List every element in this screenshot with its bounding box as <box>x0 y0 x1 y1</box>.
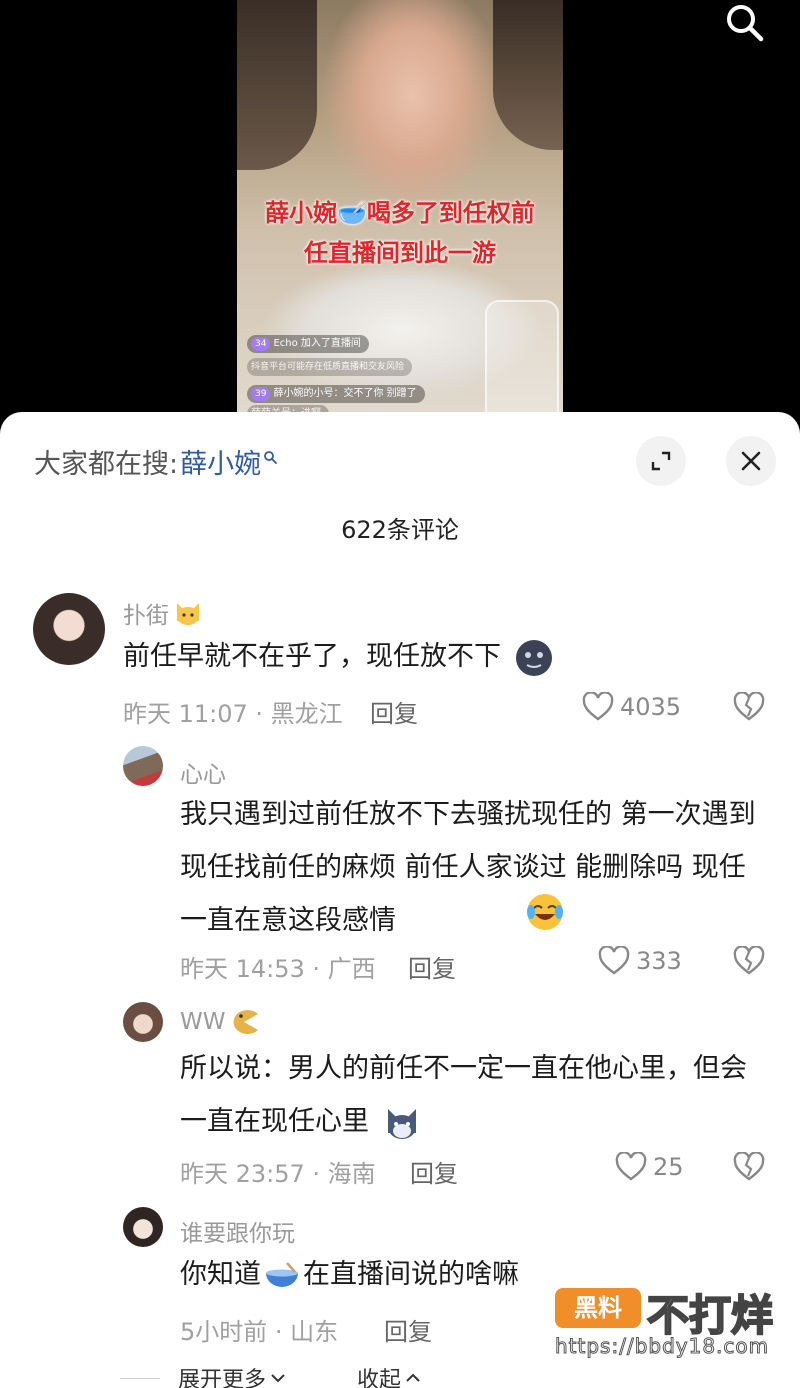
watermark: 黑料 不打烊 https://bbdy18.com <box>554 1282 795 1372</box>
video-bottle <box>485 300 559 420</box>
thread-actions: 展开更多 收起 <box>120 1362 422 1388</box>
watermark-badge: 黑料 <box>555 1288 641 1328</box>
level-badge: 39 <box>251 387 271 401</box>
comment-sheet: 大家都在搜: 薛小婉 622条评论 扑街 前任早就不在乎了，现任放不下 昨天 1… <box>0 412 800 1388</box>
divider <box>120 1377 160 1379</box>
level-badge: 34 <box>251 337 271 351</box>
search-button[interactable] <box>720 0 770 46</box>
comment-username[interactable]: 谁要跟你玩 <box>180 1214 295 1248</box>
video-hair-left <box>237 0 317 170</box>
collapse-button[interactable]: 收起 <box>357 1362 422 1388</box>
video-caption-line1: 薛小婉🥣喝多了到任权前 <box>265 199 535 227</box>
video-caption-line2: 任直播间到此一游 <box>304 239 496 267</box>
comment-item: 谁要跟你玩 你知道 在直播间说的啥嘛 5小时前 · 山东 回复 <box>0 412 800 1352</box>
watermark-url: https://bbdy18.com <box>554 1334 770 1359</box>
live-message-text: 抖音平台可能存在低质直播和交友风险 <box>251 362 405 372</box>
bowl-emoji-icon <box>266 1261 298 1287</box>
video-hair-right <box>493 0 563 150</box>
avatar[interactable] <box>123 1207 163 1247</box>
video-player[interactable]: 薛小婉🥣喝多了到任权前 任直播间到此一游 34 Echo 加入了直播间 抖音平台可… <box>0 0 800 420</box>
video-frame: 薛小婉🥣喝多了到任权前 任直播间到此一游 34 Echo 加入了直播间 抖音平台可… <box>237 0 563 420</box>
live-message-text: 薛小婉的小号：交不了你 别蹭了 <box>273 388 417 399</box>
chevron-down-icon <box>271 1374 285 1383</box>
search-icon <box>727 5 764 42</box>
live-message: 39 薛小婉的小号：交不了你 别蹭了 <box>247 385 425 403</box>
live-message: 34 Echo 加入了直播间 <box>247 335 369 353</box>
live-message-text: Echo 加入了直播间 <box>273 338 361 349</box>
reply-button[interactable]: 回复 <box>384 1312 432 1347</box>
live-message: 抖音平台可能存在低质直播和交友风险 <box>247 358 413 376</box>
comment-time-location: 5小时前 · 山东 <box>180 1318 339 1346</box>
expand-more-button[interactable]: 展开更多 <box>178 1362 287 1388</box>
chevron-up-icon <box>406 1373 420 1382</box>
